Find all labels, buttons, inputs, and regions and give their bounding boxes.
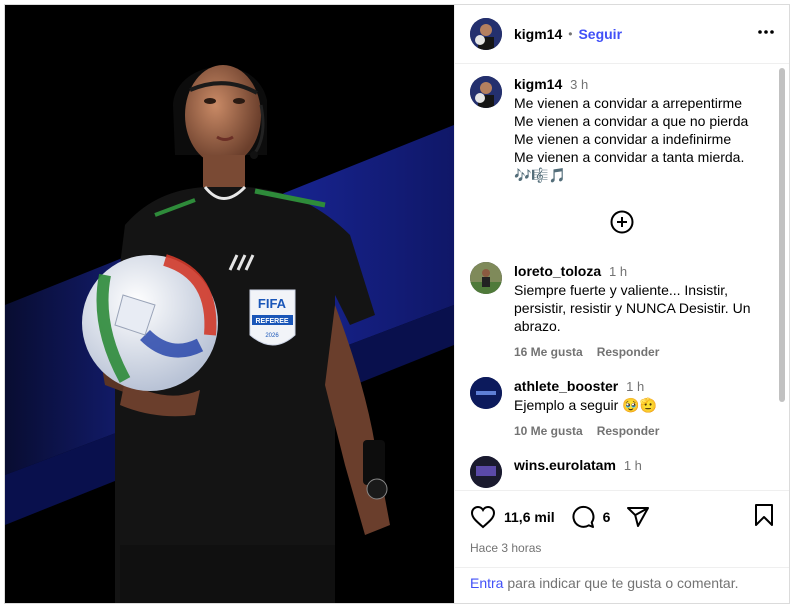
comments-list[interactable]: kigm14 3 h Me vienen a convidar a arrepe… [455,64,789,490]
caption-line: 🎶🎼🎵 [514,167,567,183]
commenter-username[interactable]: loreto_toloza [514,263,601,279]
action-bar: 11,6 mil 6 [470,501,774,533]
comment-meta: 16 Me gusta Responder [514,343,764,361]
caption-line: Me vienen a convidar a indefinirme [514,131,732,147]
caption-username[interactable]: kigm14 [514,76,562,92]
post-image[interactable]: FIFA REFEREE 2026 [5,5,454,603]
badge-year: 2026 [265,333,279,339]
caption-avatar[interactable] [470,76,502,108]
share-action [626,505,650,529]
bookmark-action [754,503,774,532]
comments-count[interactable]: 6 [603,509,611,525]
commenter-avatar[interactable] [470,262,502,294]
commenter-avatar[interactable] [470,456,502,488]
commenter-username[interactable]: athlete_booster [514,378,618,394]
caption-line: Me vienen a convidar a arrepentirme [514,95,743,111]
heart-icon[interactable] [470,505,496,529]
caption-time[interactable]: 3 h [570,77,588,92]
like-action: 11,6 mil [470,505,555,529]
login-prompt: Entra para indicar que te gusta o coment… [470,575,739,591]
comment-time[interactable]: 1 h [609,264,627,279]
comment-icon[interactable] [571,505,595,529]
post-actions-section: 11,6 mil 6 Hace 3 horas Entra para indic… [455,490,789,603]
comment-text: Ejemplo a seguir 🥹🫡 [514,397,658,413]
comments-scrollbar[interactable] [779,68,785,402]
author-avatar[interactable] [470,18,502,50]
reply-button[interactable]: Responder [597,424,660,438]
comment-time[interactable]: 1 h [624,458,642,473]
share-icon[interactable] [626,505,650,529]
load-more-comments-button[interactable] [470,210,773,234]
more-icon[interactable] [757,23,775,46]
reply-button[interactable]: Responder [597,345,660,359]
likes-count[interactable]: 11,6 mil [504,509,555,525]
comment-item: athlete_booster 1 h Ejemplo a seguir 🥹🫡 … [470,377,773,440]
post-header: kigm14 • Seguir [455,5,789,64]
bookmark-icon[interactable] [754,503,774,527]
login-prompt-text: para indicar que te gusta o comentar. [503,575,739,591]
comment-item: wins.eurolatam 1 h [470,456,773,488]
author-username[interactable]: kigm14 [514,26,562,42]
badge-title: FIFA [258,296,287,311]
login-link[interactable]: Entra [470,575,503,591]
commenter-avatar[interactable] [470,377,502,409]
comment-meta: 10 Me gusta Responder [514,422,659,440]
comment-likes[interactable]: 10 Me gusta [514,424,583,438]
referee-photo: FIFA REFEREE 2026 [5,5,454,603]
comment-item: loreto_toloza 1 h Siempre fuerte y valie… [470,262,773,361]
post-side-panel: kigm14 • Seguir kigm14 3 h Me vienen a c… [454,5,789,603]
badge-subtitle: REFEREE [255,318,288,325]
caption-line: Me vienen a convidar a tanta mierda. [514,149,745,165]
caption-line: Me vienen a convidar a que no pierda [514,113,749,129]
comment-action: 6 [571,505,611,529]
plus-circle-icon [610,210,633,234]
post-dialog: FIFA REFEREE 2026 kigm14 • Seguir kigm14… [4,4,790,604]
comment-likes[interactable]: 16 Me gusta [514,345,583,359]
comment-text: Siempre fuerte y valiente... Insistir, p… [514,282,751,334]
commenter-username[interactable]: wins.eurolatam [514,457,616,473]
separator-dot: • [568,27,573,41]
caption: kigm14 3 h Me vienen a convidar a arrepe… [470,76,773,184]
comment-time[interactable]: 1 h [626,379,644,394]
follow-button[interactable]: Seguir [578,26,622,42]
post-timestamp[interactable]: Hace 3 horas [470,541,774,555]
divider [455,567,789,568]
